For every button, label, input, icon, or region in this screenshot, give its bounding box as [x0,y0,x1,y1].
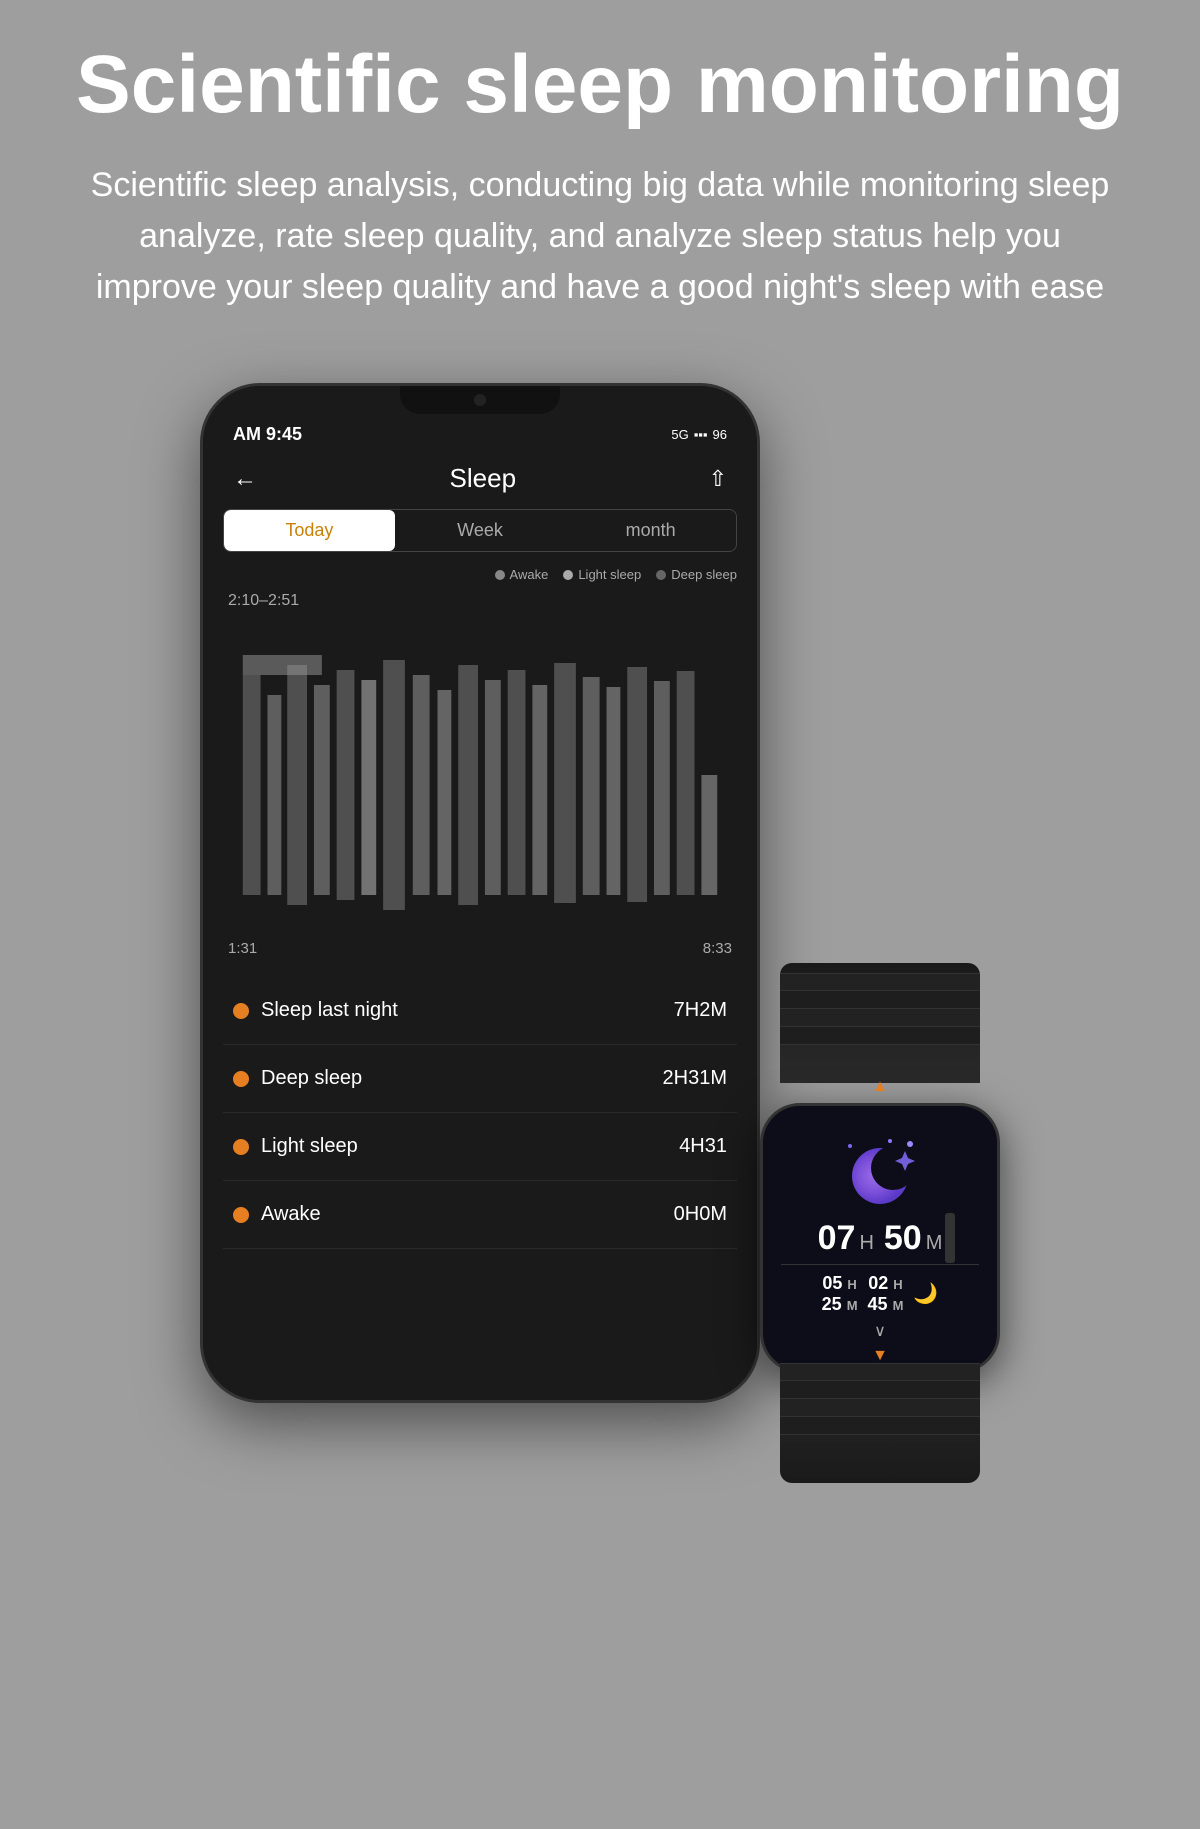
deep-dot [656,570,666,580]
stat-dot-light [233,1139,249,1155]
stat-left-light: Light sleep [233,1135,358,1158]
legend-awake-label: Awake [510,567,549,582]
app-title: Sleep [450,463,517,494]
watch-sub-item-2: 02 H 45 M [868,1273,904,1315]
legend-deep-label: Deep sleep [671,567,737,582]
main-title: Scientific sleep monitoring [16,40,1184,130]
stat-label-sleep: Sleep last night [261,999,398,1022]
awake-dot [495,570,505,580]
status-icons: 5G ▪▪▪ 96 [671,427,727,442]
watch-arrow-top-indicator: ▲ [872,1078,888,1096]
stat-label-deep: Deep sleep [261,1067,362,1090]
tab-month[interactable]: month [565,510,736,551]
network-icon: 5G [671,427,688,442]
stat-dot-sleep [233,1003,249,1019]
legend: Awake Light sleep Deep sleep [203,567,757,592]
phone-notch [400,386,560,414]
light-dot [563,570,573,580]
stat-left-deep: Deep sleep [233,1067,362,1090]
chevron-down-icon: ∨ [874,1321,886,1341]
legend-light: Light sleep [563,567,641,582]
phone-screen: AM 9:45 5G ▪▪▪ 96 ← Sleep ⇧ Today We [203,386,757,1400]
stat-awake: Awake 0H0M [223,1181,737,1249]
moon-sub-icon: 🌙 [913,1281,938,1306]
watch-hours: 07 [818,1219,856,1258]
watch-band-top [780,963,980,1083]
stat-label-awake: Awake [261,1203,321,1226]
chart-axis-end: 8:33 [703,940,732,957]
stat-deep-sleep: Deep sleep 2H31M [223,1045,737,1113]
share-icon[interactable]: ⇧ [709,466,727,492]
chart-axis-start: 1:31 [228,940,257,957]
watch-body: 07 H 50 M 05 H 25 M 02 H [760,1103,1000,1373]
page-wrapper: Scientific sleep monitoring Scientific s… [0,0,1200,1829]
chart-axis: 1:31 8:33 [223,935,737,957]
stat-sleep-last-night: Sleep last night 7H2M [223,977,737,1045]
stat-left-awake: Awake [233,1203,321,1226]
watch-sub-m2: 45 M [868,1294,904,1315]
chart-time-label: 2:10–2:51 [223,592,737,610]
watch-sub-h2: 02 H [868,1273,904,1294]
stat-dot-deep [233,1071,249,1087]
legend-awake: Awake [495,567,549,582]
tabs-container: Today Week month [223,509,737,552]
watch-side-button [945,1213,955,1263]
app-header: ← Sleep ⇧ [203,453,757,509]
watch-sub-m1: 25 M [822,1294,858,1315]
battery-icon: 96 [713,427,727,442]
watch-minutes-unit: M [926,1232,943,1255]
smartwatch: ▲ [710,963,1050,1483]
watch-sub-times: 05 H 25 M 02 H 45 M 🌙 [822,1273,939,1315]
moon-graphic [835,1136,925,1211]
chart-area: 2:10–2:51 [223,592,737,957]
back-button[interactable]: ← [233,465,257,493]
legend-light-label: Light sleep [578,567,641,582]
stats-list: Sleep last night 7H2M Deep sleep 2H31M [223,977,737,1249]
watch-arrow-bottom-indicator: ▼ [872,1347,888,1365]
legend-deep: Deep sleep [656,567,737,582]
camera-dot [474,394,486,406]
watch-screen: 07 H 50 M 05 H 25 M 02 H [763,1106,997,1370]
watch-sub-h1: 05 H [822,1273,858,1294]
stat-light-sleep: Light sleep 4H31 [223,1113,737,1181]
watch-hours-unit: H [859,1232,873,1255]
watch-main-time: 07 H 50 M [818,1219,943,1258]
watch-divider [781,1264,980,1265]
stat-dot-awake [233,1207,249,1223]
watch-minutes: 50 [884,1219,922,1258]
devices-container: AM 9:45 5G ▪▪▪ 96 ← Sleep ⇧ Today We [150,383,1050,1483]
watch-sub-item-1: 05 H 25 M [822,1273,858,1315]
signal-icon: ▪▪▪ [694,427,708,442]
sub-title: Scientific sleep analysis, conducting bi… [0,160,1200,313]
status-time: AM 9:45 [233,424,302,445]
stat-label-light: Light sleep [261,1135,358,1158]
smartphone: AM 9:45 5G ▪▪▪ 96 ← Sleep ⇧ Today We [200,383,760,1403]
tab-today[interactable]: Today [224,510,395,551]
stat-left-sleep: Sleep last night [233,999,398,1022]
watch-band-bottom [780,1363,980,1483]
chart-svg [223,615,737,935]
tab-week[interactable]: Week [395,510,566,551]
